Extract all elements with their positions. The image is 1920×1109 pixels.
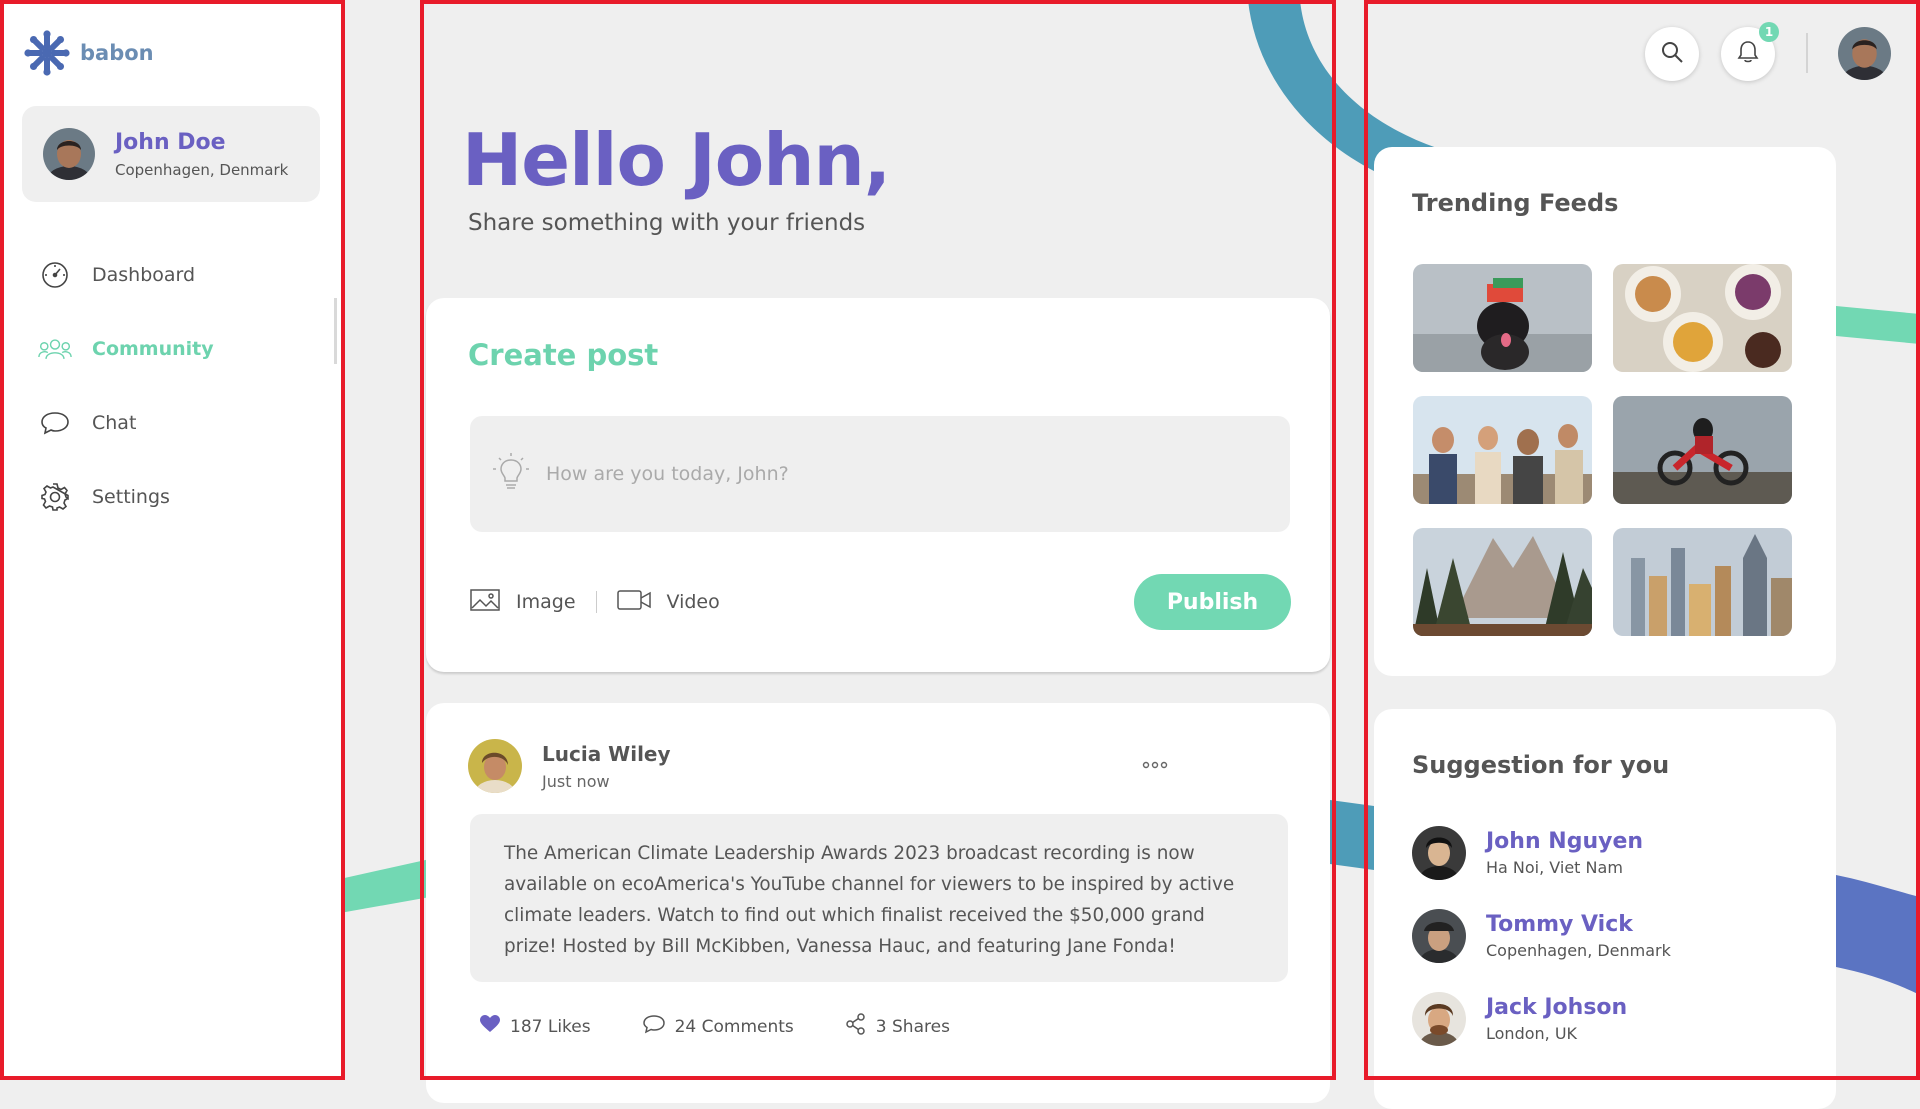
suggestion-location: London, UK — [1486, 1023, 1578, 1043]
sidebar-nav: Dashboard Community Chat Settings — [38, 238, 214, 534]
trending-thumbnail-food[interactable] — [1613, 264, 1792, 372]
brand-logo[interactable]: babon — [24, 30, 154, 76]
post-header: Lucia Wiley Just now — [468, 739, 671, 793]
user-avatar[interactable] — [1838, 27, 1891, 80]
decorative-stripe-shape — [1330, 800, 1374, 870]
lightbulb-icon — [492, 452, 530, 496]
search-icon — [1661, 41, 1683, 67]
post-input[interactable]: How are you today, John? — [470, 416, 1290, 532]
suggestion-name: John Nguyen — [1486, 828, 1644, 854]
suggestion-item[interactable]: John Nguyen Ha Noi, Viet Nam — [1412, 811, 1671, 894]
post-actions: 187 Likes 24 Comments 3 Shares — [470, 1013, 992, 1040]
share-button[interactable]: 3 Shares — [836, 1013, 950, 1040]
decorative-stripe-shape — [1836, 306, 1920, 344]
avatar — [1412, 908, 1466, 963]
suggestions-title: Suggestion for you — [1412, 751, 1670, 779]
add-video-button[interactable]: Video — [616, 589, 720, 615]
avatar — [43, 128, 95, 180]
heart-icon — [480, 1015, 500, 1038]
post-timestamp: Just now — [542, 771, 610, 791]
divider — [1806, 33, 1808, 73]
sidebar-item-label: Chat — [92, 412, 137, 434]
trending-thumbnail-city[interactable] — [1613, 528, 1792, 636]
like-button[interactable]: 187 Likes — [470, 1015, 591, 1038]
decorative-wave-shape — [1836, 875, 1920, 995]
add-image-button[interactable]: Image — [470, 588, 576, 616]
video-camera-icon — [616, 589, 651, 615]
post-input-placeholder: How are you today, John? — [546, 463, 789, 485]
comments-count: 24 Comments — [674, 1016, 794, 1037]
share-icon — [846, 1013, 866, 1040]
trending-thumbnail-dog[interactable] — [1413, 264, 1592, 372]
search-button[interactable] — [1645, 27, 1699, 81]
snowflake-logo-icon — [24, 30, 70, 76]
notification-badge: 1 — [1759, 22, 1779, 42]
sidebar-scrollbar[interactable] — [334, 298, 337, 364]
profile-card[interactable]: John Doe Copenhagen, Denmark — [22, 106, 320, 202]
suggestion-location: Copenhagen, Denmark — [1486, 940, 1671, 960]
brand-name: babon — [80, 41, 154, 65]
sidebar-item-label: Community — [92, 338, 214, 360]
sidebar-item-settings[interactable]: Settings — [38, 460, 214, 534]
page-subtitle: Share something with your friends — [468, 210, 866, 236]
feed-post-card: Lucia Wiley Just now The American Climat… — [426, 703, 1330, 1103]
page-title: Hello John, — [462, 118, 891, 202]
create-post-title: Create post — [468, 338, 659, 372]
trending-thumbnail-mountains[interactable] — [1413, 528, 1592, 636]
post-body: The American Climate Leadership Awards 2… — [470, 814, 1288, 982]
dashboard-icon — [38, 258, 72, 292]
likes-count: 187 Likes — [510, 1016, 591, 1037]
suggestion-list: John Nguyen Ha Noi, Viet Nam Tommy Vick … — [1412, 811, 1671, 1060]
media-options: Image Video — [470, 588, 720, 616]
suggestions-card: Suggestion for you John Nguyen Ha Noi, V… — [1374, 709, 1836, 1109]
suggestion-item[interactable]: Tommy Vick Copenhagen, Denmark — [1412, 894, 1671, 977]
comment-button[interactable]: 24 Comments — [633, 1014, 794, 1039]
sidebar-item-label: Settings — [92, 486, 170, 508]
trending-title: Trending Feeds — [1412, 189, 1619, 217]
profile-location: Copenhagen, Denmark — [115, 160, 289, 179]
chat-icon — [38, 406, 72, 440]
suggestion-name: Tommy Vick — [1486, 911, 1633, 937]
notifications-button[interactable]: 1 — [1721, 22, 1779, 81]
comment-icon — [642, 1014, 665, 1039]
trending-grid — [1413, 264, 1792, 636]
suggestion-location: Ha Noi, Viet Nam — [1486, 857, 1623, 877]
suggestion-item[interactable]: Jack Johson London, UK — [1412, 977, 1671, 1060]
create-post-card: Create post How are you today, John? Ima… — [426, 298, 1330, 672]
bell-icon — [1737, 40, 1759, 68]
sidebar-item-label: Dashboard — [92, 264, 196, 286]
trending-thumbnail-motocross[interactable] — [1613, 396, 1792, 504]
profile-name: John Doe — [115, 129, 226, 155]
suggestion-name: Jack Johson — [1486, 994, 1628, 1020]
shares-count: 3 Shares — [875, 1016, 950, 1037]
image-label: Image — [516, 591, 576, 613]
avatar — [1412, 825, 1466, 880]
more-options-icon[interactable] — [1142, 755, 1168, 774]
trending-feeds-card: Trending Feeds — [1374, 147, 1836, 676]
sidebar-item-dashboard[interactable]: Dashboard — [38, 238, 214, 312]
community-icon — [38, 332, 72, 366]
trending-thumbnail-friends[interactable] — [1413, 396, 1592, 504]
image-icon — [470, 588, 500, 616]
avatar[interactable] — [468, 739, 522, 793]
publish-button[interactable]: Publish — [1134, 574, 1291, 630]
sidebar: babon John Doe Copenhagen, Denmark Dashb… — [0, 0, 341, 1080]
post-author[interactable]: Lucia Wiley — [542, 742, 671, 766]
sidebar-item-community[interactable]: Community — [38, 312, 214, 386]
sidebar-item-chat[interactable]: Chat — [38, 386, 214, 460]
decorative-stripe-shape — [340, 859, 430, 913]
video-label: Video — [666, 591, 720, 613]
divider — [595, 591, 597, 613]
settings-icon — [38, 480, 72, 514]
avatar — [1412, 991, 1466, 1046]
